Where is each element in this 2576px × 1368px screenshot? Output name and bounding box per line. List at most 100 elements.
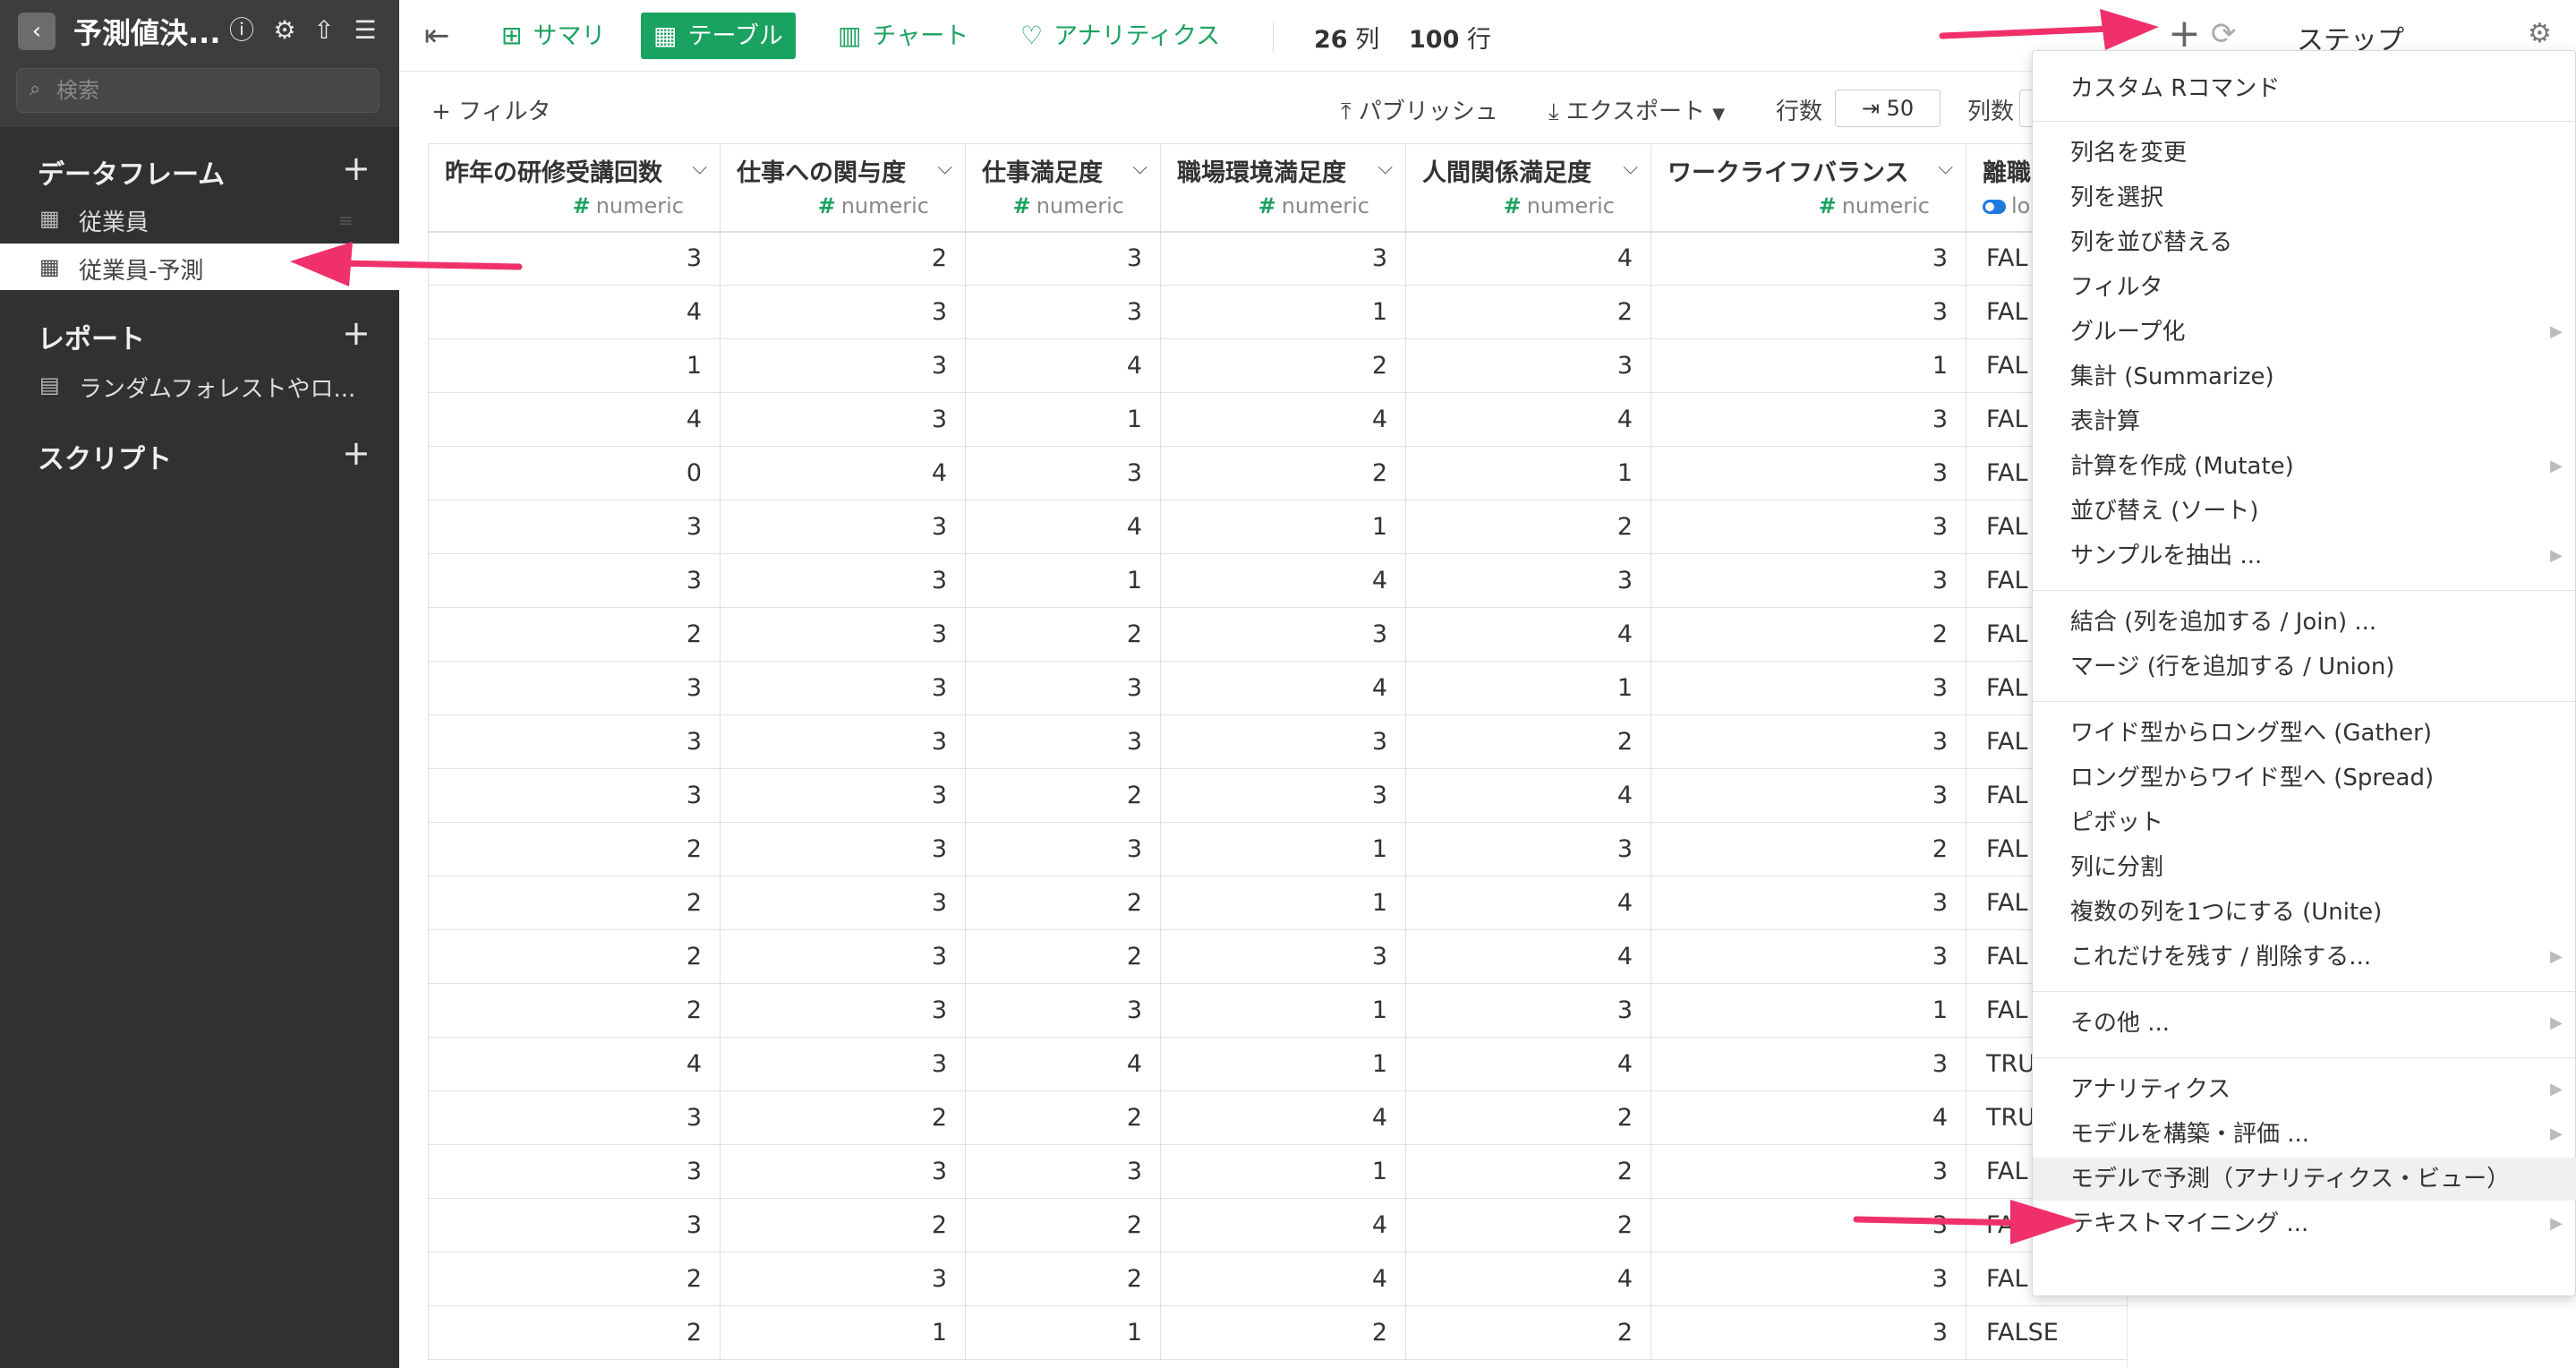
sidebar-item-dataframe-active[interactable]: ▦ 従業員-予測: [0, 244, 399, 290]
table-cell[interactable]: 3: [428, 230, 721, 286]
table-cell[interactable]: 3: [965, 446, 1161, 500]
table-cell[interactable]: 2: [965, 876, 1161, 930]
export-button[interactable]: ⤓ エクスポート ▼: [1548, 93, 1725, 126]
table-cell[interactable]: 3: [965, 1144, 1161, 1199]
table-cell[interactable]: 1: [1651, 338, 1966, 393]
table-cell[interactable]: 3: [720, 1037, 966, 1091]
table-cell[interactable]: 3: [1160, 929, 1406, 984]
table-cell[interactable]: 3: [428, 1144, 721, 1199]
table-cell[interactable]: 3: [1160, 230, 1406, 286]
sidebar-item-report[interactable]: ▤ ランダムフォレストやロ...: [0, 362, 399, 408]
table-cell[interactable]: 4: [428, 1037, 721, 1091]
table-cell[interactable]: 2: [1405, 1198, 1651, 1253]
table-cell[interactable]: 1: [1405, 446, 1651, 500]
table-cell[interactable]: 1: [965, 1305, 1161, 1360]
table-cell[interactable]: 3: [720, 607, 966, 662]
table-cell[interactable]: 2: [1405, 714, 1651, 769]
table-cell[interactable]: 2: [428, 983, 721, 1038]
table-cell[interactable]: 3: [1651, 285, 1966, 339]
add-report-button[interactable]: +: [342, 315, 371, 351]
table-cell[interactable]: 2: [1160, 338, 1406, 393]
table-cell[interactable]: 3: [1651, 1252, 1966, 1306]
rows-input[interactable]: ⇥ 50: [1835, 90, 1941, 127]
table-cell[interactable]: 1: [720, 1305, 966, 1360]
tab-chart[interactable]: ▥ チャート: [825, 13, 981, 59]
table-cell[interactable]: 4: [965, 1037, 1161, 1091]
menu-item[interactable]: 複数の列を1つにする (Unite): [2033, 891, 2576, 934]
table-cell[interactable]: 2: [1405, 1090, 1651, 1145]
table-cell[interactable]: 2: [1651, 822, 1966, 876]
upload-icon[interactable]: ⇧: [308, 14, 340, 47]
table-cell[interactable]: 3: [965, 285, 1161, 339]
table-cell[interactable]: 1: [1160, 876, 1406, 930]
column-header[interactable]: 仕事への関与度 ⌵ # numeric: [720, 143, 966, 232]
column-header[interactable]: 仕事満足度 ⌵ # numeric: [965, 143, 1161, 232]
table-cell[interactable]: 3: [428, 714, 721, 769]
table-cell[interactable]: 3: [720, 392, 966, 447]
table-cell[interactable]: 3: [965, 661, 1161, 715]
table-cell[interactable]: 3: [720, 1252, 966, 1306]
tab-summary[interactable]: ⊞ サマリ: [489, 13, 618, 59]
table-cell[interactable]: 4: [1405, 929, 1651, 984]
drag-handle-icon[interactable]: ≡: [338, 209, 354, 231]
table-cell[interactable]: 3: [1651, 392, 1966, 447]
table-cell[interactable]: 2: [720, 1198, 966, 1253]
table-cell[interactable]: 3: [720, 768, 966, 823]
table-cell[interactable]: 4: [1405, 230, 1651, 286]
table-cell[interactable]: 3: [720, 661, 966, 715]
table-cell[interactable]: 1: [1160, 822, 1406, 876]
table-cell[interactable]: 2: [428, 929, 721, 984]
table-cell[interactable]: 4: [1405, 1252, 1651, 1306]
table-cell[interactable]: 4: [428, 285, 721, 339]
table-cell[interactable]: 4: [965, 500, 1161, 554]
table-cell[interactable]: 3: [1160, 714, 1406, 769]
table-cell[interactable]: 2: [965, 1252, 1161, 1306]
menu-item[interactable]: その他 ... ▶: [2033, 1002, 2576, 1045]
collapse-sidebar-icon[interactable]: ⇤: [424, 18, 450, 54]
table-cell[interactable]: 4: [1160, 1252, 1406, 1306]
table-cell[interactable]: 4: [1160, 1090, 1406, 1145]
table-cell[interactable]: 3: [965, 983, 1161, 1038]
table-cell[interactable]: 3: [1651, 500, 1966, 554]
table-cell[interactable]: 2: [1160, 1305, 1406, 1360]
table-cell[interactable]: 2: [965, 768, 1161, 823]
table-cell[interactable]: 2: [720, 230, 966, 286]
table-cell[interactable]: 2: [965, 607, 1161, 662]
table-cell[interactable]: 4: [1405, 1037, 1651, 1091]
table-cell[interactable]: 3: [965, 822, 1161, 876]
menu-item[interactable]: ロング型からワイド型へ (Spread): [2033, 757, 2576, 799]
table-cell[interactable]: 1: [1651, 983, 1966, 1038]
table-cell[interactable]: 4: [1160, 392, 1406, 447]
table-cell[interactable]: 2: [1651, 607, 1966, 662]
table-cell[interactable]: 3: [1405, 338, 1651, 393]
menu-item[interactable]: グループ化 ▶: [2033, 311, 2576, 354]
table-cell[interactable]: 4: [965, 338, 1161, 393]
table-cell[interactable]: 3: [1160, 607, 1406, 662]
menu-item[interactable]: マージ (行を追加する / Union): [2033, 646, 2576, 688]
table-cell[interactable]: 3: [720, 500, 966, 554]
table-cell[interactable]: 3: [428, 768, 721, 823]
table-cell[interactable]: 1: [965, 392, 1161, 447]
table-cell[interactable]: 2: [1405, 285, 1651, 339]
table-cell[interactable]: 2: [1160, 446, 1406, 500]
table-cell[interactable]: 3: [428, 661, 721, 715]
menu-item[interactable]: サンプルを抽出 ... ▶: [2033, 534, 2576, 577]
chevron-down-icon[interactable]: ⌵: [692, 157, 707, 179]
table-cell[interactable]: 4: [720, 446, 966, 500]
menu-item[interactable]: 列に分割: [2033, 846, 2576, 889]
menu-item[interactable]: 列を並び替える: [2033, 221, 2576, 264]
table-cell[interactable]: 1: [1160, 1037, 1406, 1091]
sidebar-item-dataframe[interactable]: ▦ 従業員 ≡: [0, 195, 399, 242]
chevron-down-icon[interactable]: ⌵: [1132, 157, 1147, 179]
menu-item[interactable]: フィルタ: [2033, 266, 2576, 309]
table-cell[interactable]: 3: [1651, 661, 1966, 715]
tab-table[interactable]: ▦ テーブル: [641, 13, 796, 59]
table-cell[interactable]: 3: [428, 1090, 721, 1145]
table-cell[interactable]: 4: [1651, 1090, 1966, 1145]
chevron-down-icon[interactable]: ⌵: [1938, 157, 1953, 179]
table-cell[interactable]: 3: [965, 230, 1161, 286]
table-cell[interactable]: 4: [1160, 661, 1406, 715]
menu-item[interactable]: ワイド型からロング型へ (Gather): [2033, 712, 2576, 755]
add-dataframe-button[interactable]: +: [342, 150, 371, 186]
table-cell[interactable]: 2: [1405, 1305, 1651, 1360]
